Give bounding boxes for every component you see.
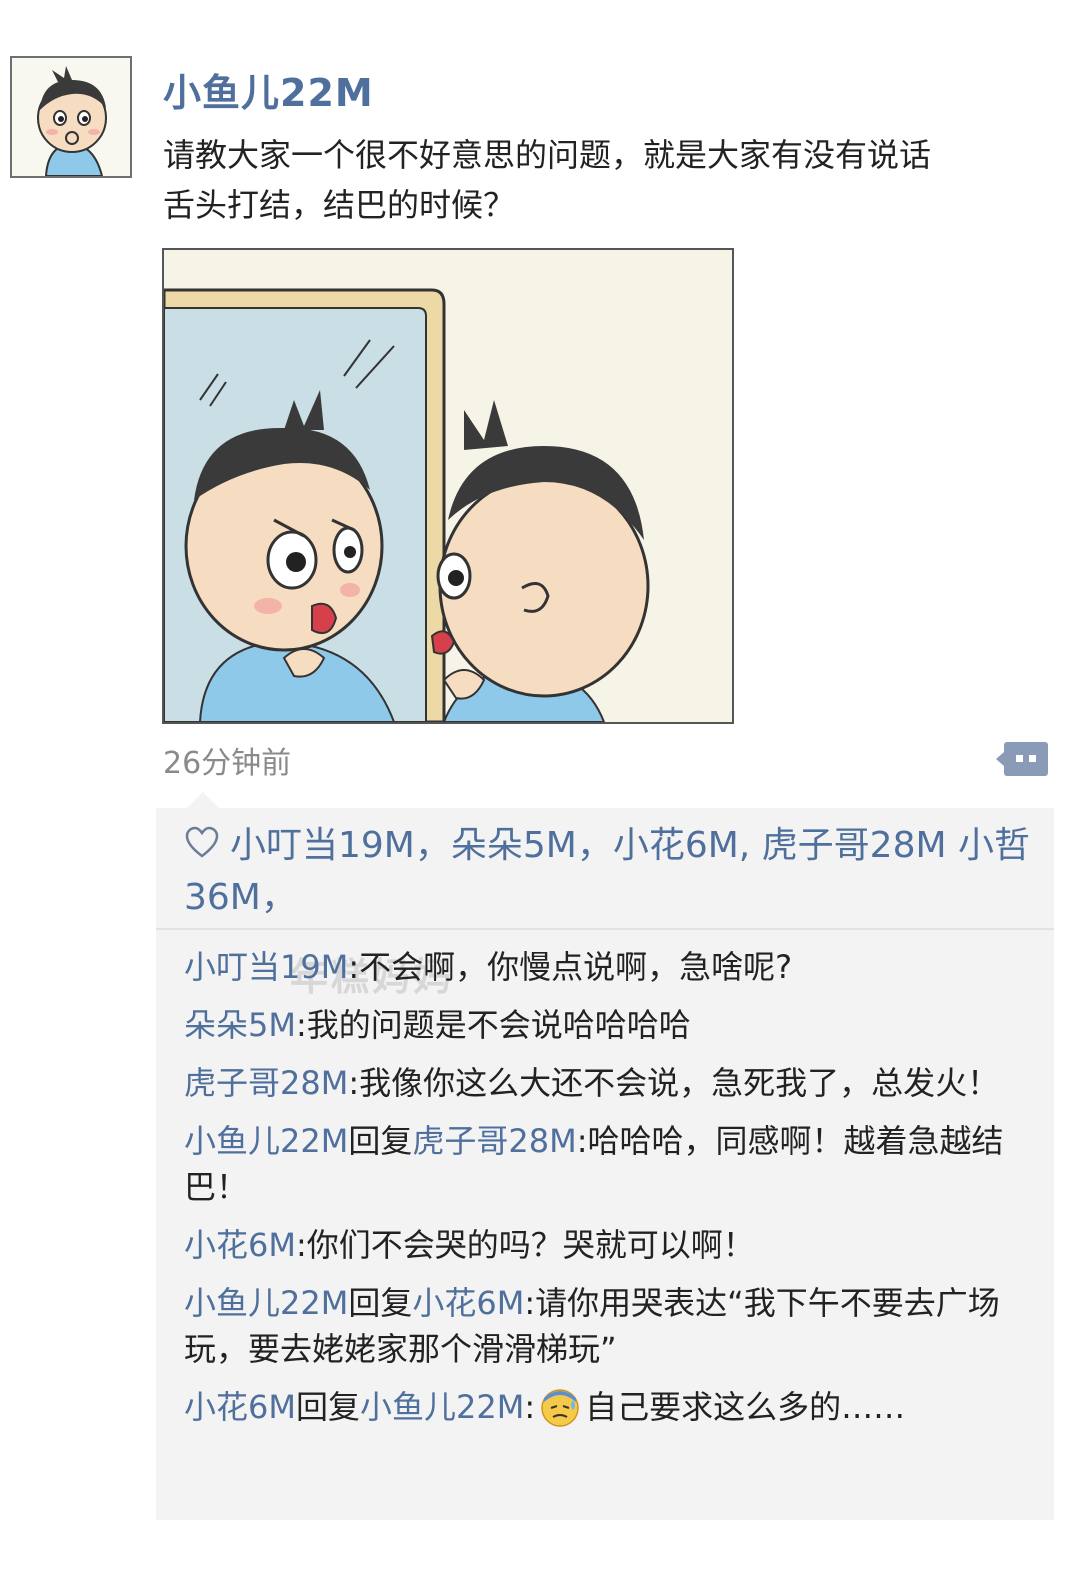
- comment-item[interactable]: 小花6M:你们不会哭的吗？哭就可以啊！: [184, 1222, 1029, 1268]
- comment-author[interactable]: 小花6M: [184, 1388, 296, 1426]
- reply-word: 回复: [295, 1388, 360, 1426]
- reply-target[interactable]: 小鱼儿22M: [360, 1388, 524, 1426]
- comment-author[interactable]: 小鱼儿22M: [184, 1284, 348, 1322]
- comment-author[interactable]: 虎子哥28M: [184, 1064, 348, 1102]
- reply-target[interactable]: 虎子哥28M: [412, 1122, 576, 1160]
- reply-target[interactable]: 小花6M: [412, 1284, 524, 1322]
- likes-names[interactable]: 小叮当19M，朵朵5M，小花6M, 虎子哥28M 小哲36M，: [184, 825, 1030, 918]
- panel-pointer: [186, 792, 220, 809]
- comment-text: 不会啊，你慢点说啊，急啥呢?: [359, 948, 793, 986]
- comment-item[interactable]: 朵朵5M:我的问题是不会说哈哈哈哈: [184, 1002, 1029, 1048]
- likes-row: 小叮当19M，朵朵5M，小花6M, 虎子哥28M 小哲36M，: [184, 820, 1034, 924]
- reply-word: 回复: [348, 1284, 413, 1322]
- comment-item[interactable]: 虎子哥28M:我像你这么大还不会说，急死我了，总发火！: [184, 1060, 1029, 1106]
- post-author-name[interactable]: 小鱼儿22M: [163, 62, 374, 117]
- post-timestamp: 26分钟前: [163, 746, 292, 781]
- mirror-comic-illustration: [164, 250, 732, 722]
- comment-author[interactable]: 小鱼儿22M: [184, 1122, 348, 1160]
- comment-item[interactable]: 小叮当19M:不会啊，你慢点说啊，急啥呢?: [184, 944, 1029, 990]
- cartoon-avatar-illustration: [12, 58, 130, 176]
- heart-icon: [185, 826, 219, 858]
- comment-item[interactable]: 小鱼儿22M回复小花6M:请你用哭表达“我下午不要去广场玩，要去姥姥家那个滑滑梯…: [184, 1280, 1029, 1372]
- panel-divider: [156, 928, 1054, 930]
- comment-dots-icon: [996, 742, 1048, 776]
- comment-item[interactable]: 小鱼儿22M回复虎子哥28M:哈哈哈，同感啊！越着急越结巴！: [184, 1118, 1029, 1210]
- comment-author[interactable]: 朵朵5M: [184, 1006, 296, 1044]
- author-avatar[interactable]: [10, 56, 132, 178]
- comment-text: 我的问题是不会说哈哈哈哈: [306, 1006, 691, 1044]
- reply-word: 回复: [348, 1122, 413, 1160]
- comment-author[interactable]: 小花6M: [184, 1226, 296, 1264]
- comment-text: 我像你这么大还不会说，急死我了，总发火！: [359, 1064, 1000, 1102]
- comment-menu-button[interactable]: [996, 740, 1050, 778]
- sweat-face-emoji-icon: [541, 1389, 579, 1427]
- comment-author[interactable]: 小叮当19M: [184, 948, 348, 986]
- comment-text: 你们不会哭的吗？哭就可以啊！: [306, 1226, 755, 1264]
- comment-list: 小叮当19M:不会啊，你慢点说啊，急啥呢? 朵朵5M:我的问题是不会说哈哈哈哈 …: [184, 944, 1029, 1442]
- post-text: 请教大家一个很不好意思的问题，就是大家有没有说话舌头打结，结巴的时候？: [163, 136, 932, 224]
- comment-text: 自己要求这么多的……: [585, 1388, 906, 1426]
- post-comic-image[interactable]: [162, 248, 734, 724]
- comment-item[interactable]: 小花6M回复小鱼儿22M: 自己要求这么多的……: [184, 1384, 1029, 1430]
